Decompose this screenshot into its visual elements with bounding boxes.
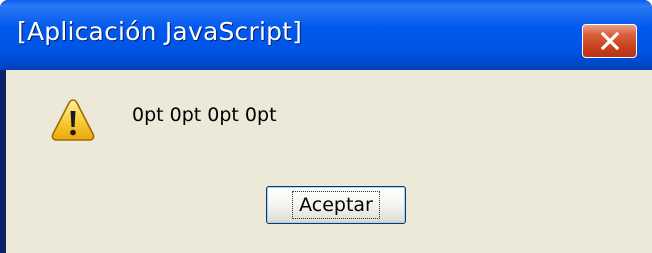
- alert-dialog: [Aplicación JavaScript] 0pt 0pt 0pt 0pt …: [0, 0, 652, 253]
- close-icon: [600, 32, 619, 50]
- ok-button[interactable]: Aceptar: [266, 186, 406, 224]
- title-bar[interactable]: [Aplicación JavaScript]: [0, 0, 652, 70]
- window-title: [Aplicación JavaScript]: [17, 17, 303, 46]
- dialog-body: 0pt 0pt 0pt 0pt Aceptar: [6, 70, 652, 253]
- close-button[interactable]: [582, 24, 637, 58]
- warning-icon: [51, 99, 95, 141]
- ok-button-label: Aceptar: [292, 191, 380, 219]
- alert-message: 0pt 0pt 0pt 0pt: [132, 104, 277, 126]
